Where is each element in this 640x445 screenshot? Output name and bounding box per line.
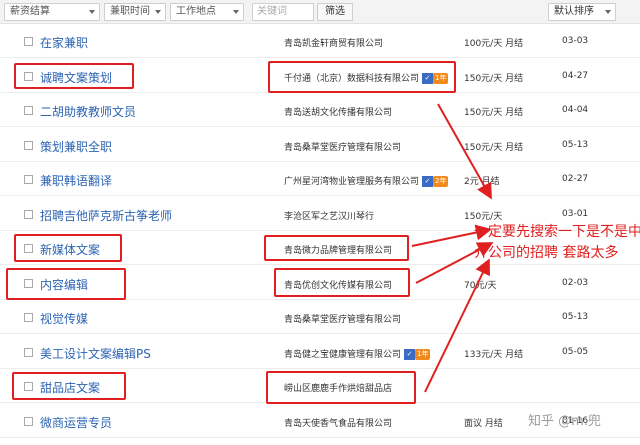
watermark: 知乎 @m.兜 [528, 414, 601, 429]
annotation-text: 一定要先搜索一下是不是中介公司的招聘 套路太多 [474, 224, 640, 261]
arrow [437, 103, 492, 200]
arrow [424, 258, 490, 393]
